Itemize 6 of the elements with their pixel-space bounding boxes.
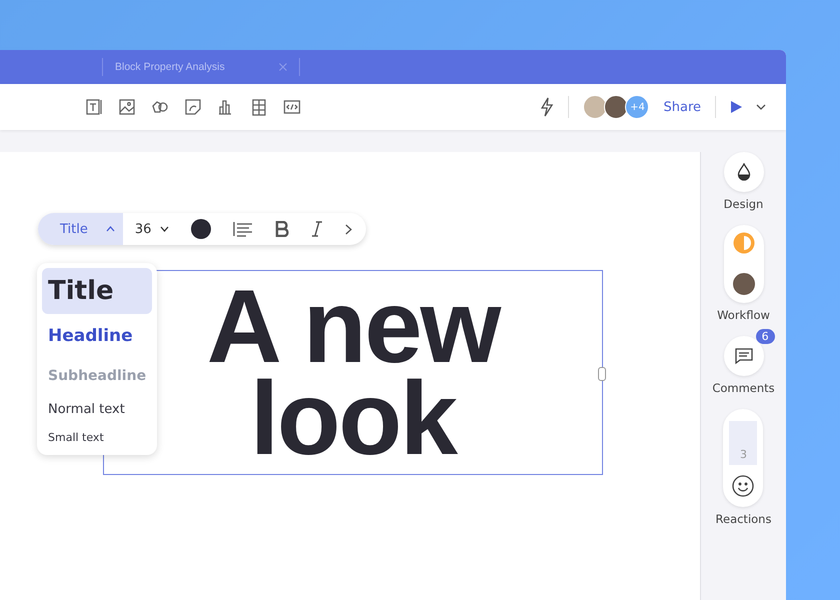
panel-label: Workflow	[717, 308, 770, 322]
panel-label: Comments	[712, 381, 775, 395]
panel-label: Reactions	[716, 512, 772, 526]
count-badge: 6	[756, 329, 775, 344]
reaction-count: 3	[729, 421, 758, 465]
panel-label: Design	[724, 197, 764, 211]
